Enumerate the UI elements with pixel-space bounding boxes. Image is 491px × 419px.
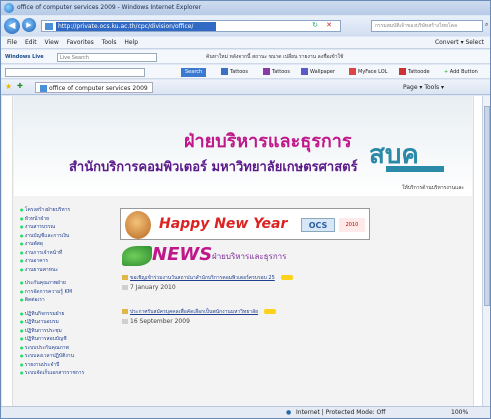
menu-favorites[interactable]: Favorites [67, 37, 94, 49]
nav-item[interactable]: งานบัญชีและการเงิน [20, 232, 115, 241]
menu-bar: File Edit View Favorites Tools Help Conv… [1, 37, 490, 49]
search-icon[interactable]: ⌕ [485, 21, 488, 29]
link-label: MyFace LOL [358, 69, 388, 75]
browser-window: office of computer services 2009 - Windo… [0, 0, 491, 419]
toolbar-search-field[interactable] [5, 68, 145, 77]
nav-item[interactable]: ระบบประกันคุณภาพ [20, 344, 115, 353]
nav-item[interactable]: งานอาคาร [20, 257, 115, 266]
forward-icon[interactable]: ▶ [22, 18, 36, 32]
menu-help[interactable]: Help [124, 37, 138, 49]
nav-item[interactable]: ปฏิทินกิจกรรมฝ่าย [20, 310, 115, 319]
page-content: ฝ่ายบริหารและธุรการ สำนักบริการคอมพิวเตอ… [2, 96, 482, 406]
news-subtitle: ฝ่ายบริหารและธุรการ [212, 252, 287, 261]
windows-live-label[interactable]: Windows Live [5, 53, 44, 62]
page-icon [45, 23, 53, 30]
leaf-icon [122, 246, 152, 266]
nav-item[interactable]: งานการเจ้าหน้าที่ [20, 249, 115, 258]
scroll-thumb[interactable] [484, 106, 490, 306]
zoom-level[interactable]: 100% [451, 409, 468, 416]
nav-item[interactable]: ปฏิทินการสอบบัญชี [20, 335, 115, 344]
site-subtitle: สำนักบริการคอมพิวเตอร์ มหาวิทยาลัยเกษตรศ… [69, 160, 358, 175]
add-button-link[interactable]: + Add Button [444, 68, 478, 77]
news-link[interactable]: ขอเชิญเข้าร่วมงานวันสถาปนาสำนักบริการคอม… [122, 274, 422, 282]
link-label: Tattoos [272, 69, 290, 75]
nav-item[interactable]: ปฏิทินงานอบรม [20, 318, 115, 327]
window-title: office of computer services 2009 - Windo… [17, 4, 202, 11]
nav-item[interactable]: ติดต่อเรา [20, 296, 115, 305]
links-toolbar: Search Tattoos Tattoos Wallpaper MyFace … [1, 65, 490, 79]
link-tattoode[interactable]: Tattoode [399, 68, 430, 77]
toolbar1-links[interactable]: ค้นหาใหม่ หลังจากนี้ สถานะ ขนาด เปลี่ยน … [206, 53, 343, 62]
link-label: Add Button [449, 69, 478, 75]
windows-live-toolbar: Windows Live Live Search ค้นหาใหม่ หลังจ… [1, 50, 490, 64]
news-item: ประกาศรับสมัครบุคคลเพื่อคัดเลือกเป็นพนัก… [122, 308, 422, 325]
news-title: NEWS [152, 244, 213, 265]
title-bar: office of computer services 2009 - Windo… [1, 1, 490, 15]
new-badge-icon [264, 309, 277, 314]
left-navigation: โครงสร้างฝ่ายบริหาร หัวหน้าฝ่าย งานสารบร… [20, 206, 115, 378]
new-badge-icon [280, 275, 293, 280]
search-input[interactable]: กรรมสมบัติเจ้าของบริษัทสร้างไทยโคล [371, 20, 483, 32]
add-favorite-icon[interactable]: ✚ [17, 82, 23, 91]
nav-item[interactable]: ระบบจัดเก็บเอกสารราชการ [20, 369, 115, 378]
news-item: ขอเชิญเข้าร่วมงานวันสถาปนาสำนักบริการคอม… [122, 274, 422, 291]
nav-item[interactable]: ประกันคุณภาพฝ่าย [20, 279, 115, 288]
tab-label: office of computer services 2009 [49, 85, 148, 92]
news-heading: NEWS ฝ่ายบริหารและธุรการ [122, 244, 442, 268]
link-myface[interactable]: MyFace LOL [349, 68, 388, 77]
nav-item[interactable]: ระบบลงเวลาปฏิบัติงาน [20, 352, 115, 361]
stop-icon[interactable]: ✕ [326, 21, 332, 29]
news-date: 7 January 2010 [122, 284, 422, 291]
nav-item[interactable]: โครงสร้างฝ่ายบริหาร [20, 206, 115, 215]
nav-item[interactable]: ปฏิทินการประชุม [20, 327, 115, 336]
menu-tools[interactable]: Tools [102, 37, 117, 49]
ie-logo-icon [4, 3, 14, 13]
back-icon[interactable]: ◀ [4, 18, 20, 34]
site-title: ฝ่ายบริหารและธุรการ [184, 131, 352, 152]
logo-underline [386, 166, 444, 172]
nav-item[interactable]: การจัดการความรู้ KM [20, 288, 115, 297]
status-bar: ● Internet | Protected Mode: Off 100% [1, 406, 490, 418]
news-date: 16 September 2009 [122, 318, 422, 325]
refresh-icon[interactable]: ↻ [312, 21, 318, 29]
live-search-input[interactable]: Live Search [57, 53, 157, 62]
nav-item[interactable]: งานพัสดุ [20, 240, 115, 249]
monkey-mascot-icon [125, 211, 151, 239]
nav-item[interactable]: งานสารบรรณ [20, 223, 115, 232]
link-tattoos-1[interactable]: Tattoos [221, 68, 248, 77]
news-link-text: ขอเชิญเข้าร่วมงานวันสถาปนาสำนักบริการคอม… [130, 275, 275, 281]
address-url[interactable]: http://private.ocs.ku.ac.th/cpc/division… [56, 22, 216, 31]
menu-view[interactable]: View [45, 37, 59, 49]
news-link[interactable]: ประกาศรับสมัครบุคคลเพื่อคัดเลือกเป็นพนัก… [122, 308, 422, 316]
tab-active[interactable]: office of computer services 2009 [35, 82, 153, 93]
menu-file[interactable]: File [7, 37, 17, 49]
globe-icon: ● [286, 409, 292, 416]
nav-item[interactable]: รายงานประจำปี [20, 361, 115, 370]
search-button[interactable]: Search [181, 68, 207, 77]
link-label: Tattoode [408, 69, 430, 75]
nav-item[interactable]: หัวหน้าฝ่าย [20, 215, 115, 224]
address-bar[interactable]: http://private.ocs.ku.ac.th/cpc/division… [41, 20, 341, 32]
link-label: Wallpaper [310, 69, 336, 75]
convert-select[interactable]: Convert ▾ Select [435, 37, 484, 49]
banner-text: Happy New Year [159, 216, 288, 232]
link-label: Tattoos [230, 69, 248, 75]
menu-edit[interactable]: Edit [25, 37, 37, 49]
ocs-badge: OCS [301, 218, 335, 232]
news-link-text: ประกาศรับสมัครบุคคลเพื่อคัดเลือกเป็นพนัก… [130, 309, 259, 315]
page-tools-menu[interactable]: Page ▾ Tools ▾ [403, 83, 444, 92]
favorites-bar: ★ ✚ office of computer services 2009 Pag… [1, 80, 490, 95]
nav-item[interactable]: งานยานพาหนะ [20, 266, 115, 275]
security-zone[interactable]: Internet | Protected Mode: Off [296, 409, 385, 416]
address-toolbar: ◀ ▶ http://private.ocs.ku.ac.th/cpc/divi… [1, 16, 490, 36]
site-header: ฝ่ายบริหารและธุรการ สำนักบริการคอมพิวเตอ… [14, 96, 472, 196]
happy-new-year-banner[interactable]: Happy New Year OCS 2010 [120, 208, 370, 240]
link-tattoos-2[interactable]: Tattoos [263, 68, 290, 77]
header-caption: ให้บริการด้านบริหารงานและ [402, 185, 464, 191]
link-wallpaper[interactable]: Wallpaper [301, 68, 335, 77]
favorites-star-icon[interactable]: ★ [5, 82, 12, 91]
vertical-scrollbar[interactable] [482, 96, 490, 406]
year-badge: 2010 [339, 218, 365, 232]
